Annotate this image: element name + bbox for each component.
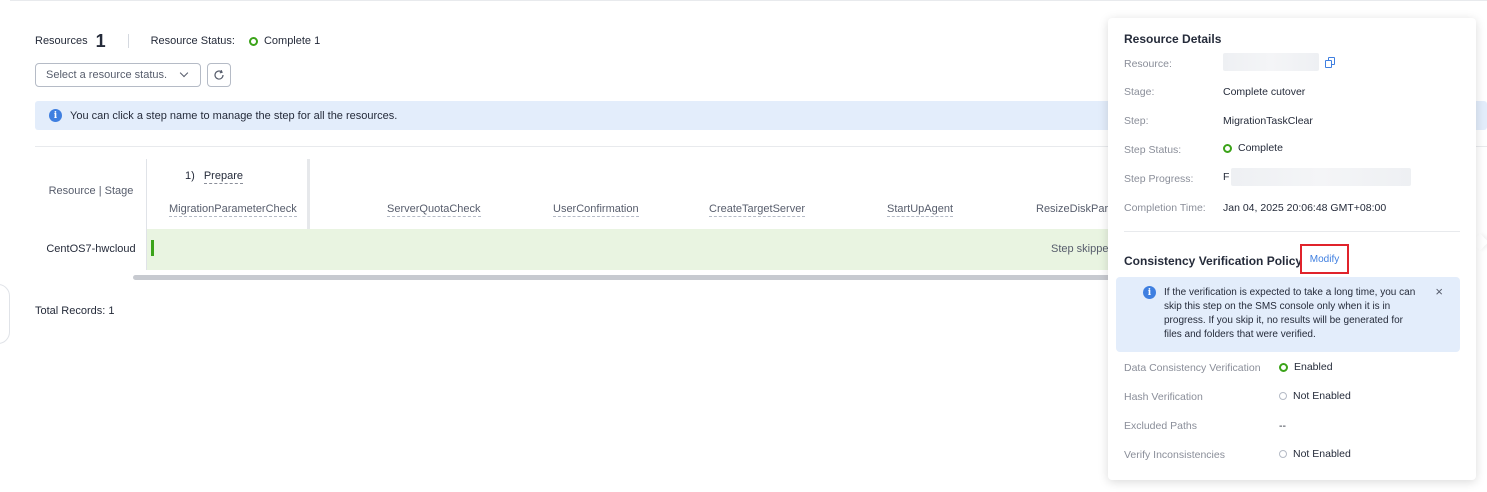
step-server-quota-check[interactable]: ServerQuotaCheck xyxy=(387,203,481,217)
modify-policy-button[interactable]: Modify xyxy=(1300,244,1349,274)
policy-value-excluded-paths: -- xyxy=(1279,420,1286,432)
chevron-left-icon xyxy=(0,308,4,318)
policy-title: Consistency Verification Policy xyxy=(1124,254,1303,268)
info-icon: i xyxy=(49,109,62,122)
enabled-status-icon xyxy=(1279,362,1288,372)
field-value-step-status: Complete xyxy=(1223,142,1283,154)
copy-icon[interactable] xyxy=(1325,56,1336,68)
resource-summary: Resources 1 Resource Status: Complete 1 xyxy=(35,30,321,51)
collapse-toggle[interactable] xyxy=(0,284,10,344)
field-label-stage: Stage: xyxy=(1124,86,1155,98)
field-label-step-progress: Step Progress: xyxy=(1124,173,1194,185)
field-value-stage: Complete cutover xyxy=(1223,86,1306,98)
info-icon: i xyxy=(1143,286,1156,299)
field-value-step: MigrationTaskClear xyxy=(1223,115,1313,127)
horizontal-scrollbar[interactable] xyxy=(133,275,1111,280)
stage-prepare[interactable]: 1) Prepare xyxy=(185,170,243,184)
redacted-progress xyxy=(1231,168,1412,186)
step-user-confirmation[interactable]: UserConfirmation xyxy=(553,203,639,217)
refresh-icon xyxy=(214,69,224,80)
policy-value-text: Not Enabled xyxy=(1293,390,1351,402)
redacted-resource-name xyxy=(1223,53,1319,71)
field-label-completion-time: Completion Time: xyxy=(1124,202,1206,214)
close-icon[interactable]: × xyxy=(1435,285,1443,299)
step-progress-text: F xyxy=(1223,171,1230,183)
policy-value-text: Enabled xyxy=(1294,361,1333,373)
step-status-text: Complete xyxy=(1238,142,1283,154)
filter-row: Select a resource status. xyxy=(35,63,231,87)
refresh-button[interactable] xyxy=(207,63,231,87)
row-resource-name[interactable]: CentOS7-hwcloud xyxy=(35,243,147,255)
progress-marker xyxy=(151,240,154,256)
policy-alert: i If the verification is expected to tak… xyxy=(1116,277,1460,352)
policy-label-data-consistency: Data Consistency Verification xyxy=(1124,362,1261,374)
step-migration-parameter-check[interactable]: MigrationParameterCheck xyxy=(169,203,297,217)
field-label-step-status: Step Status: xyxy=(1124,144,1182,156)
policy-label-excluded-paths: Excluded Paths xyxy=(1124,420,1197,432)
policy-alert-text: If the verification is expected to take … xyxy=(1164,287,1416,340)
summary-divider xyxy=(127,34,129,48)
field-value-completion-time: Jan 04, 2025 20:06:48 GMT+08:00 xyxy=(1223,202,1387,214)
stage-number: 1) xyxy=(185,170,195,182)
resource-status-select[interactable]: Select a resource status. xyxy=(35,63,201,87)
policy-value-verify-inconsistencies: Not Enabled xyxy=(1279,448,1351,460)
policy-value-hash: Not Enabled xyxy=(1279,390,1351,402)
complete-status-icon xyxy=(248,36,258,46)
status-label: Resource Status: xyxy=(150,35,235,47)
field-value-step-progress: F xyxy=(1223,168,1412,186)
select-placeholder: Select a resource status. xyxy=(46,69,168,81)
resource-details-panel: Resource Details Resource: Stage: Comple… xyxy=(1108,18,1476,480)
policy-value-text: Not Enabled xyxy=(1293,448,1351,460)
step-startup-agent[interactable]: StartUpAgent xyxy=(887,203,954,217)
complete-status-icon xyxy=(1223,143,1232,153)
disabled-status-icon xyxy=(1279,450,1287,458)
field-label-resource: Resource: xyxy=(1124,58,1172,70)
status-value: Complete 1 xyxy=(263,35,321,47)
migration-workflow-page: Resources 1 Resource Status: Complete 1 … xyxy=(0,0,1487,492)
info-banner-text: You can click a step name to manage the … xyxy=(70,109,398,122)
resources-count: 1 xyxy=(95,30,106,51)
step-skipped-note: Step skipped xyxy=(1051,243,1115,255)
stage-name: Prepare xyxy=(203,170,243,184)
resource-stage-header: Resource | Stage xyxy=(48,185,134,197)
policy-label-hash: Hash Verification xyxy=(1124,391,1203,403)
disabled-status-icon xyxy=(1279,392,1287,400)
policy-value-data-consistency: Enabled xyxy=(1279,361,1333,373)
panel-title: Resource Details xyxy=(1124,32,1222,46)
chevron-down-icon xyxy=(179,68,189,78)
field-value-resource xyxy=(1223,53,1336,71)
top-divider xyxy=(10,0,1487,1)
policy-label-verify-inconsistencies: Verify Inconsistencies xyxy=(1124,449,1225,461)
table-row xyxy=(147,229,1112,270)
step-resize-disk-partition[interactable]: ResizeDiskPartit xyxy=(1036,203,1117,216)
total-records: Total Records: 1 xyxy=(35,305,115,317)
resources-label: Resources xyxy=(35,35,88,47)
panel-divider xyxy=(1124,231,1460,232)
field-label-step: Step: xyxy=(1124,115,1149,127)
step-create-target-server[interactable]: CreateTargetServer xyxy=(709,203,805,217)
